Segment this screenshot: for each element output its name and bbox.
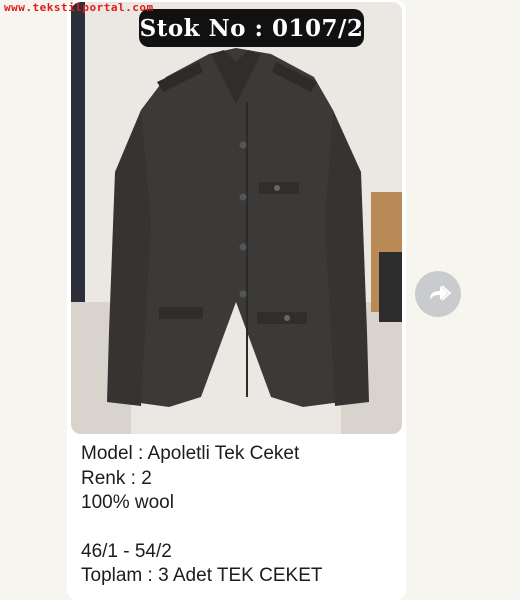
jacket-photo[interactable]: Stok No : 0107/2 <box>71 2 402 434</box>
jacket-illustration <box>71 2 402 434</box>
stock-number-badge: Stok No : 0107/2 <box>139 9 364 47</box>
caption-material: 100% wool <box>81 492 174 513</box>
forward-share-icon <box>430 285 452 301</box>
caption-sizes: 46/1 - 54/2 <box>81 540 172 562</box>
forward-button[interactable] <box>415 271 461 317</box>
message-card: Stok No : 0107/2 Model : Apoletli Tek Ce… <box>67 0 406 600</box>
caption-color: Renk : 2 <box>81 467 152 489</box>
caption-total: Toplam : 3 Adet TEK CEKET <box>81 565 323 586</box>
watermark-text: www.tekstilportal.com <box>4 1 154 14</box>
message-caption: Model : Apoletli Tek Ceket Renk : 2 100%… <box>81 442 396 589</box>
caption-model: Model : Apoletli Tek Ceket <box>81 443 300 464</box>
